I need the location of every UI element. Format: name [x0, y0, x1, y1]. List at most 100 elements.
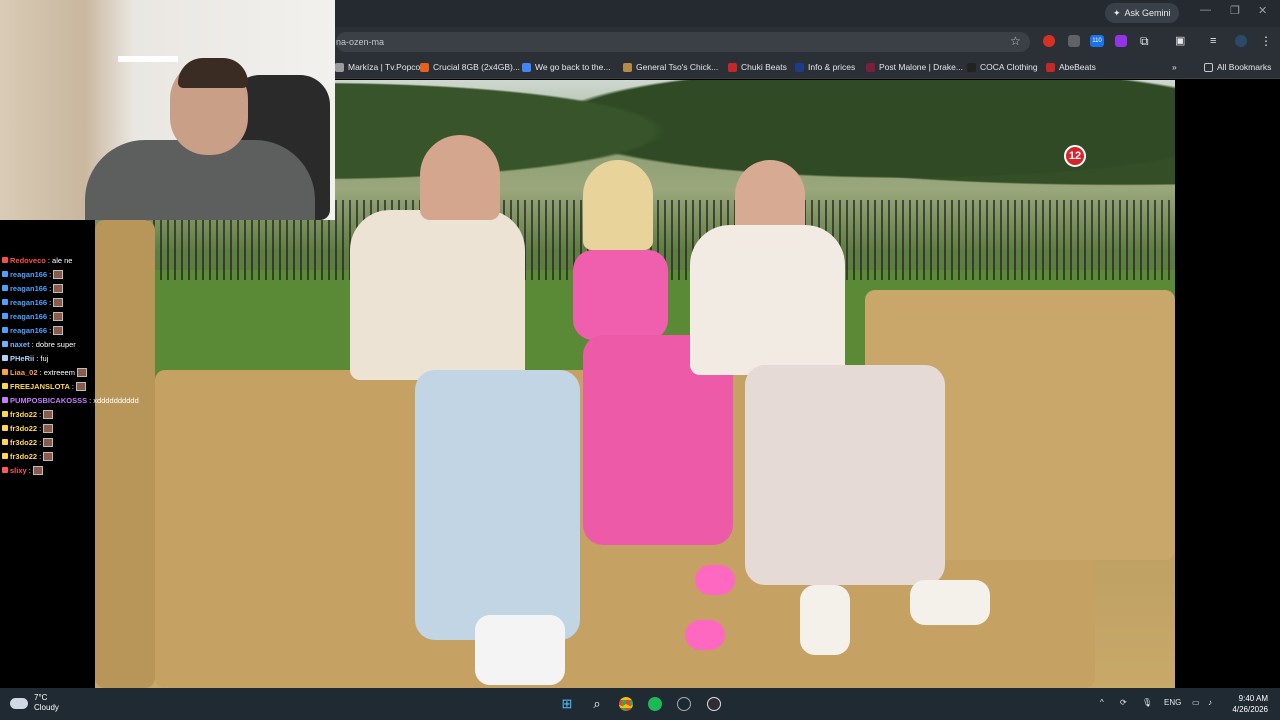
- chat-badge-icon: [2, 271, 8, 277]
- channel-logo-badge: 12: [1064, 145, 1086, 167]
- network-icon[interactable]: ▭: [1192, 698, 1200, 707]
- chat-text: : fuj: [36, 353, 49, 363]
- chat-message: PHeRii: fuj: [2, 352, 48, 364]
- bookmark-item[interactable]: Info & prices: [795, 61, 855, 73]
- address-bar[interactable]: na-ozen-ma: [336, 32, 1030, 52]
- person-right-pants: [745, 365, 945, 585]
- chat-username[interactable]: FREEJANSLOTA: [10, 382, 70, 391]
- chat-badge-icon: [2, 467, 8, 473]
- tray-overflow-icon[interactable]: ^: [1100, 698, 1104, 707]
- bookmark-star-icon[interactable]: ☆: [1010, 34, 1021, 48]
- microphone-icon[interactable]: 🎙: [1142, 698, 1152, 707]
- bookmark-label: Info & prices: [808, 62, 856, 72]
- language-indicator[interactable]: ENG: [1164, 698, 1181, 707]
- bookmark-label: COCA Clothing: [980, 62, 1038, 72]
- person-left-head: [420, 135, 500, 220]
- chrome-icon[interactable]: [617, 695, 635, 713]
- media-control-icon[interactable]: ▣: [1175, 35, 1187, 47]
- windows-start-icon[interactable]: ⊞: [558, 695, 576, 713]
- bookmark-favicon-icon: [420, 62, 429, 72]
- extension-purple-icon[interactable]: [1115, 35, 1127, 47]
- chat-message: naxet: dobre super: [2, 338, 76, 350]
- chat-badge-icon: [2, 453, 8, 459]
- bookmarks-overflow-icon[interactable]: »: [1172, 61, 1177, 73]
- chat-username[interactable]: slixy: [10, 466, 27, 475]
- chat-badge-icon: [2, 439, 8, 445]
- chat-username[interactable]: naxet: [10, 340, 30, 349]
- bookmark-item[interactable]: Post Malone | Drake...: [866, 61, 963, 73]
- bookmark-item[interactable]: General Tso's Chick...: [623, 61, 718, 73]
- chat-username[interactable]: fr3do22: [10, 452, 37, 461]
- chat-emote-icon: [75, 381, 86, 391]
- chat-text: : xdddddddddd: [89, 395, 139, 405]
- chat-text: :: [39, 409, 42, 419]
- bookmark-item[interactable]: AbeBeats: [1046, 61, 1096, 73]
- bookmark-item[interactable]: Markíza | Tv.Popcor...: [335, 61, 430, 73]
- chat-username[interactable]: PHeRii: [10, 354, 34, 363]
- extension-badge-icon[interactable]: 110: [1090, 35, 1104, 47]
- bookmark-favicon-icon: [866, 62, 875, 72]
- chat-username[interactable]: fr3do22: [10, 424, 37, 433]
- chat-username[interactable]: PUMPOSBICAKOSSS: [10, 396, 87, 405]
- minimize-icon[interactable]: —: [1200, 4, 1211, 16]
- chat-badge-icon: [2, 355, 8, 361]
- all-bookmarks-button[interactable]: All Bookmarks: [1204, 61, 1271, 73]
- chat-emote-icon: [53, 297, 64, 307]
- chat-badge-icon: [2, 369, 8, 375]
- browser-menu-icon[interactable]: ⋮: [1260, 35, 1272, 47]
- person-right-shirt: [690, 225, 845, 375]
- bookmark-item[interactable]: COCA Clothing: [967, 61, 1038, 73]
- chat-message: Liaa_02: extreeem: [2, 366, 87, 378]
- chat-emote-icon: [76, 367, 87, 377]
- bookmark-label: Chuki Beats: [741, 62, 787, 72]
- restore-icon[interactable]: ❐: [1230, 4, 1240, 17]
- weather-widget[interactable]: 7°C Cloudy: [10, 693, 59, 713]
- person-middle-slipper-2: [685, 620, 725, 650]
- search-icon[interactable]: ⌕: [588, 695, 606, 713]
- chat-username[interactable]: Redoveco: [10, 256, 46, 265]
- chat-emote-icon: [43, 409, 54, 419]
- profile-avatar[interactable]: [1235, 35, 1247, 47]
- chat-emote-icon: [53, 269, 64, 279]
- chat-text: :: [49, 283, 52, 293]
- folder-icon: [1204, 62, 1213, 72]
- system-clock[interactable]: 9:40 AM 4/26/2026: [1228, 693, 1268, 715]
- chat-username[interactable]: reagan166: [10, 284, 47, 293]
- chat-username[interactable]: reagan166: [10, 312, 47, 321]
- bookmark-label: AbeBeats: [1059, 62, 1096, 72]
- chat-username[interactable]: reagan166: [10, 298, 47, 307]
- chat-message: reagan166:: [2, 310, 64, 322]
- chat-message: FREEJANSLOTA:: [2, 380, 86, 392]
- spotify-icon[interactable]: [646, 695, 664, 713]
- chat-username[interactable]: reagan166: [10, 270, 47, 279]
- extension-gray-icon[interactable]: [1068, 35, 1080, 47]
- chat-text: :: [39, 423, 42, 433]
- chat-text: :: [28, 465, 31, 475]
- chat-text: :: [49, 325, 52, 335]
- chat-username[interactable]: Liaa_02: [10, 368, 38, 377]
- obs-icon[interactable]: [705, 695, 723, 713]
- chat-username[interactable]: reagan166: [10, 326, 47, 335]
- bookmark-item[interactable]: We go back to the...: [522, 61, 610, 73]
- person-right-shoe-1: [800, 585, 850, 655]
- bookmark-favicon-icon: [623, 62, 632, 72]
- chat-username[interactable]: fr3do22: [10, 410, 37, 419]
- extension-red-icon[interactable]: [1043, 35, 1055, 47]
- chat-username[interactable]: fr3do22: [10, 438, 37, 447]
- reading-list-icon[interactable]: ≡: [1210, 35, 1222, 47]
- bookmark-item[interactable]: Chuki Beats: [728, 61, 787, 73]
- extensions-puzzle-icon[interactable]: ⧉: [1140, 35, 1152, 47]
- volume-icon[interactable]: ♪: [1208, 698, 1212, 707]
- tray-sync-icon[interactable]: ⟳: [1120, 698, 1127, 707]
- bookmark-item[interactable]: Crucial 8GB (2x4GB)...: [420, 61, 520, 73]
- webcam-hair: [178, 58, 248, 88]
- weather-desc: Cloudy: [34, 703, 59, 712]
- steam-icon[interactable]: [675, 695, 693, 713]
- chat-badge-icon: [2, 411, 8, 417]
- bookmark-label: We go back to the...: [535, 62, 611, 72]
- chat-message: fr3do22:: [2, 422, 54, 434]
- ask-gemini-button[interactable]: ✦ Ask Gemini: [1105, 3, 1179, 23]
- ask-gemini-label: Ask Gemini: [1124, 8, 1171, 18]
- person-left-shirt: [350, 210, 525, 380]
- close-icon[interactable]: ✕: [1258, 4, 1267, 17]
